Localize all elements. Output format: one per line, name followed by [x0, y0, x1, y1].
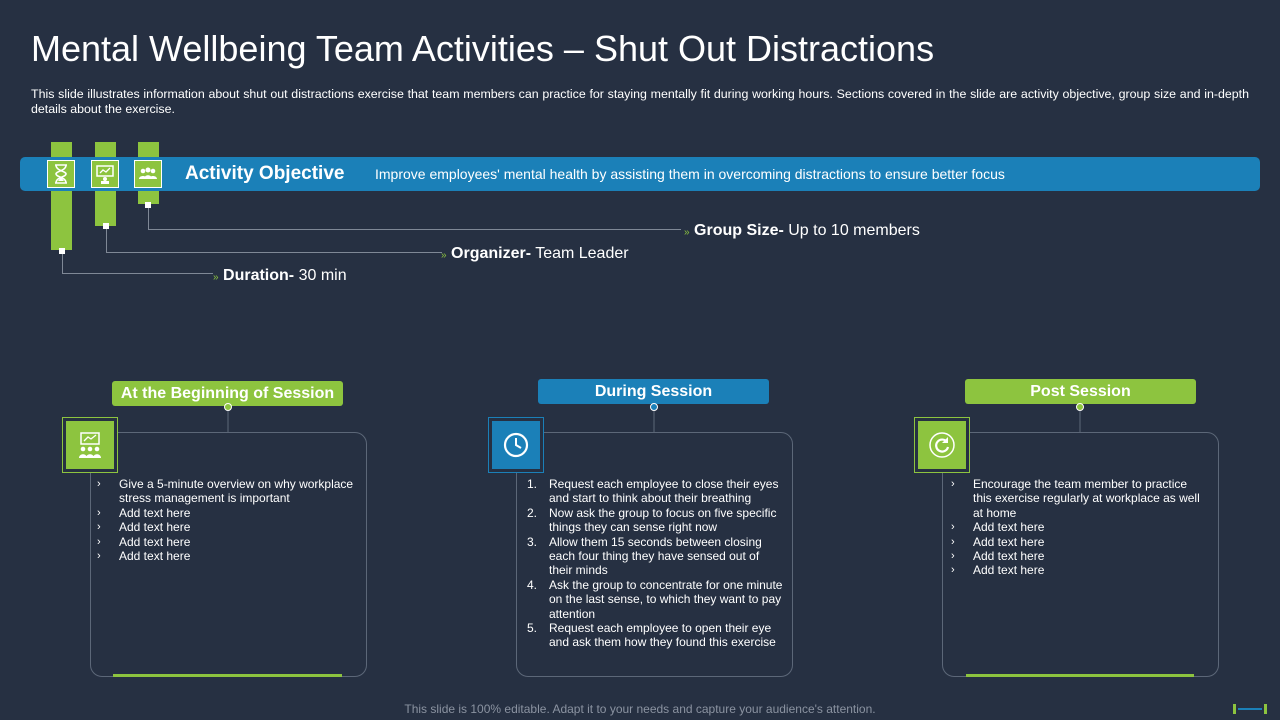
list-item: 4. Ask the group to concentrate for one m… [527, 577, 783, 621]
card-accent-bar [113, 674, 342, 677]
duration-label: Duration- [223, 267, 295, 284]
session-connector [1076, 403, 1084, 432]
objective-label: Activity Objective [185, 163, 345, 184]
organizer-label: Organizer- [451, 245, 532, 262]
team-icon [134, 160, 162, 188]
list-item: › Encourage the team member to practice t… [951, 477, 1200, 520]
list-item: 1. Request each employee to close their e… [527, 477, 779, 506]
brand-logo-icon [1233, 704, 1267, 714]
list-item: › Add text here [951, 549, 1045, 564]
bullet-marker: › [97, 550, 101, 563]
meeting-icon [62, 417, 118, 473]
session-list-beginning: › Give a 5-minute overview on why workpla… [97, 477, 359, 563]
number-marker: 2. [527, 505, 538, 520]
bullet-marker: › [97, 506, 101, 519]
list-item: › Add text here [951, 534, 1045, 549]
bullet-marker: › [951, 550, 955, 563]
connector-line [106, 229, 442, 253]
number-marker: 4. [527, 577, 538, 592]
group-size-info: » Group Size- Up to 10 members [684, 222, 920, 240]
bullet-marker: › [951, 535, 955, 548]
list-item: › Add text here [97, 549, 191, 564]
list-item: › Add text here [97, 520, 191, 535]
list-item: › Add text here [97, 505, 191, 520]
page-title: Mental Wellbeing Team Activities – Shut … [31, 28, 935, 69]
bullet-marker: › [951, 478, 955, 490]
session-list-post: › Encourage the team member to practice t… [951, 477, 1209, 578]
list-item: › Add text here [97, 534, 191, 549]
session-connector [224, 403, 232, 432]
bullet-marker: › [97, 478, 101, 490]
session-header-post: Post Session [965, 379, 1196, 404]
list-item: › Add text here [951, 563, 1045, 578]
card-accent-bar [966, 674, 1194, 677]
footer-note: This slide is 100% editable. Adapt it to… [404, 702, 876, 716]
session-connector [650, 403, 658, 432]
chevron-right-icon: » [213, 272, 219, 283]
clock-icon [488, 417, 544, 473]
refresh-icon [914, 417, 970, 473]
list-item: 5. Request each employee to open their ey… [527, 621, 776, 650]
chevron-right-icon: » [441, 250, 447, 261]
number-marker: 5. [527, 621, 538, 636]
connector-line [62, 254, 213, 274]
hourglass-icon [47, 160, 75, 188]
list-item: 2. Now ask the group to focus on five spe… [527, 505, 777, 535]
page-subtitle: This slide illustrates information about… [31, 87, 1249, 116]
organizer-info: » Organizer- Team Leader [441, 245, 629, 263]
list-item: 3. Allow them 15 seconds between closing … [527, 534, 762, 578]
number-marker: 1. [527, 477, 538, 491]
connector-line [148, 208, 681, 230]
list-item: › Add text here [951, 520, 1045, 535]
session-list-during: 1. Request each employee to close their e… [527, 477, 783, 650]
presentation-icon [91, 160, 119, 188]
duration-info: » Duration- 30 min [213, 267, 347, 285]
bullet-marker: › [97, 521, 101, 534]
organizer-value: Team Leader [531, 245, 629, 262]
group-size-label: Group Size- [694, 222, 784, 239]
bullet-marker: › [951, 564, 955, 577]
list-item: › Give a 5-minute overview on why workpla… [97, 477, 354, 506]
number-marker: 3. [527, 534, 538, 549]
group-size-value: Up to 10 members [783, 222, 920, 239]
duration-value: 30 min [294, 267, 347, 284]
bullet-marker: › [951, 521, 955, 534]
session-header-during: During Session [538, 379, 769, 404]
objective-text: Improve employees' mental health by assi… [375, 166, 1005, 182]
bullet-marker: › [97, 535, 101, 548]
chevron-right-icon: » [684, 227, 690, 238]
